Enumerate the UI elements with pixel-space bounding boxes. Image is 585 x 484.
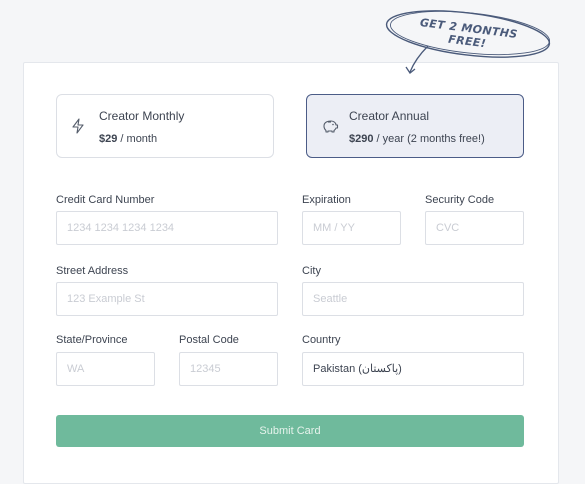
- security-code-label: Security Code: [425, 194, 495, 206]
- piggy-bank-icon: [323, 120, 339, 133]
- expiration-input[interactable]: [302, 211, 401, 245]
- card-number-input[interactable]: [56, 211, 278, 245]
- state-label: State/Province: [56, 334, 128, 346]
- street-label: Street Address: [56, 265, 129, 277]
- plan-price-suffix: / month: [117, 133, 158, 145]
- submit-card-button[interactable]: Submit Card: [56, 415, 524, 447]
- security-code-input[interactable]: [425, 211, 524, 245]
- plan-option-annual[interactable]: Creator Annual $290 / year (2 months fre…: [306, 94, 524, 158]
- plan-price-amount: $290: [349, 133, 374, 145]
- plan-name: Creator Annual: [349, 109, 430, 123]
- country-label: Country: [302, 334, 341, 346]
- plan-price: $29 / month: [99, 133, 157, 145]
- postal-code-label: Postal Code: [179, 334, 239, 346]
- postal-code-input[interactable]: [179, 352, 278, 386]
- checkout-card: Creator Monthly $29 / month Creator Annu…: [23, 62, 559, 484]
- plan-price: $290 / year (2 months free!): [349, 133, 485, 145]
- promo-arrow-icon: [405, 45, 429, 74]
- expiration-label: Expiration: [302, 194, 351, 206]
- city-input[interactable]: [302, 282, 524, 316]
- city-label: City: [302, 265, 321, 277]
- plan-price-suffix: / year (2 months free!): [373, 133, 485, 145]
- plan-price-amount: $29: [99, 133, 118, 145]
- plan-name: Creator Monthly: [99, 109, 185, 123]
- country-select[interactable]: Pakistan (پاکستان): [302, 352, 524, 386]
- card-number-label: Credit Card Number: [56, 194, 155, 206]
- state-input[interactable]: [56, 352, 155, 386]
- street-input[interactable]: [56, 282, 278, 316]
- lightning-icon: [72, 118, 84, 134]
- plan-option-monthly[interactable]: Creator Monthly $29 / month: [56, 94, 274, 158]
